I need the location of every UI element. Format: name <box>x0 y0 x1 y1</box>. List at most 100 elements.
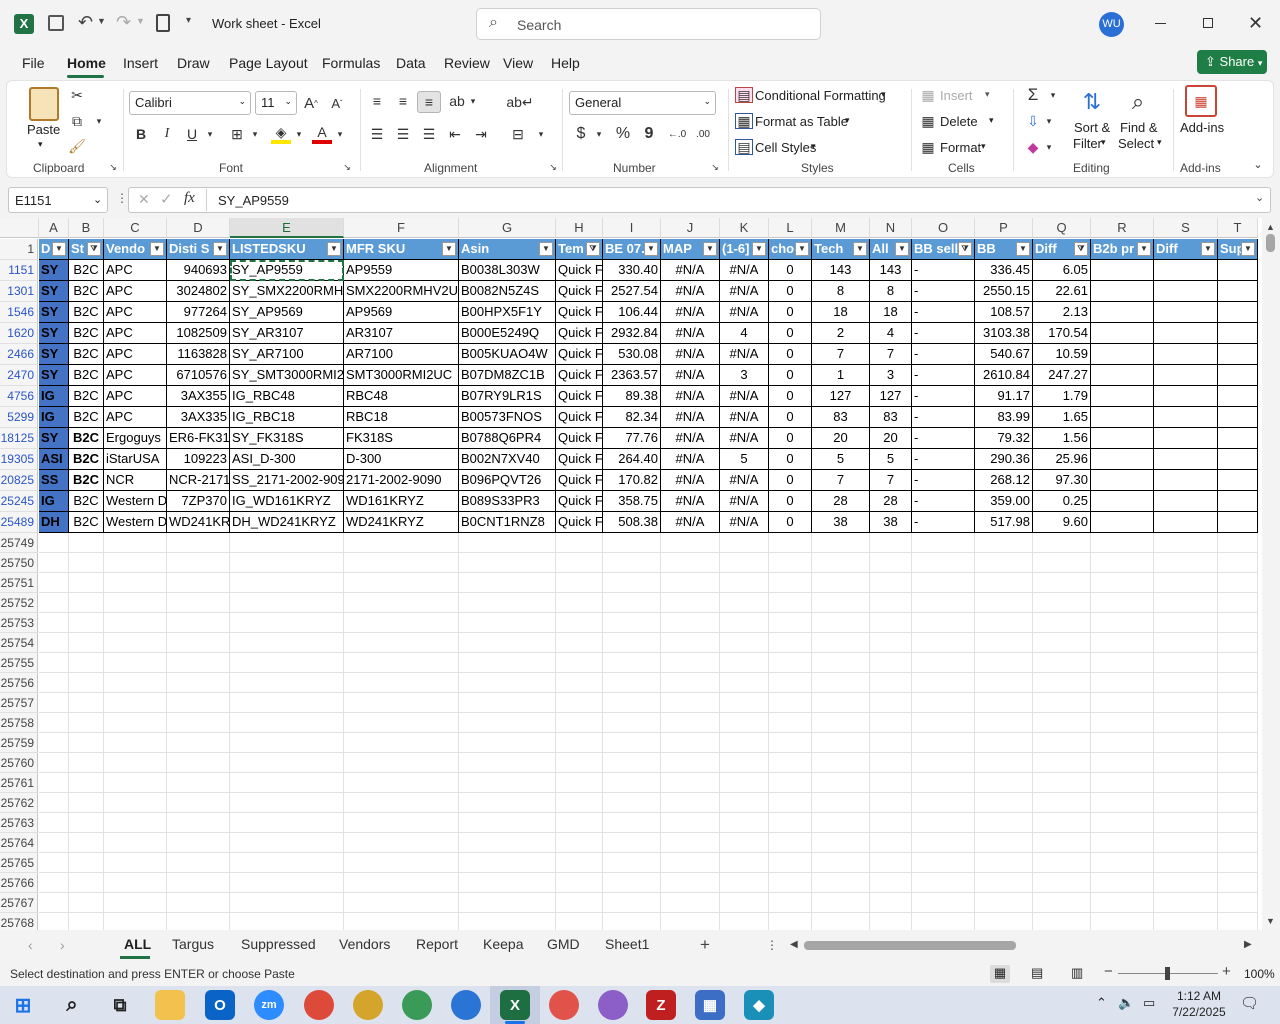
cut-icon[interactable]: ✂ <box>67 85 87 105</box>
row-header[interactable]: 25759 <box>0 733 38 753</box>
table-cell[interactable] <box>1154 302 1218 323</box>
table-cell[interactable] <box>1218 386 1258 407</box>
table-cell[interactable] <box>1091 470 1154 491</box>
clear-icon[interactable]: ◆ <box>1023 137 1043 157</box>
borders-chevron-icon[interactable]: ▾ <box>249 128 261 140</box>
merge-center-icon[interactable]: ⊟ <box>507 124 529 144</box>
row-header[interactable]: 25760 <box>0 753 38 773</box>
empty-cell[interactable] <box>1154 613 1218 633</box>
autosum-chevron-icon[interactable]: ▾ <box>1047 89 1059 101</box>
empty-cell[interactable] <box>720 913 769 930</box>
empty-cell[interactable] <box>39 853 69 873</box>
align-top-icon[interactable]: ≡ <box>367 91 387 111</box>
empty-cell[interactable] <box>870 893 912 913</box>
table-cell[interactable]: 0 <box>769 512 812 533</box>
empty-cell[interactable] <box>1091 913 1154 930</box>
table-cell[interactable]: 143 <box>870 260 912 281</box>
empty-cell[interactable] <box>975 833 1033 853</box>
empty-cell[interactable] <box>1218 733 1258 753</box>
table-cell[interactable]: 18 <box>870 302 912 323</box>
empty-cell[interactable] <box>603 873 661 893</box>
empty-cell[interactable] <box>975 573 1033 593</box>
empty-cell[interactable] <box>912 773 975 793</box>
row-header[interactable]: 25489 <box>0 512 38 533</box>
table-cell[interactable]: SY_FK318S <box>230 428 344 449</box>
empty-cell[interactable] <box>1154 533 1218 553</box>
table-cell[interactable]: SY_AP9569 <box>230 302 344 323</box>
table-cell[interactable]: Quick F <box>556 302 603 323</box>
empty-cell[interactable] <box>1091 713 1154 733</box>
empty-cell[interactable] <box>975 753 1033 773</box>
app-icon[interactable]: ◆ <box>744 990 774 1020</box>
empty-cell[interactable] <box>1154 753 1218 773</box>
empty-cell[interactable] <box>769 673 812 693</box>
empty-cell[interactable] <box>1218 693 1258 713</box>
empty-cell[interactable] <box>167 593 230 613</box>
table-header-cell[interactable]: MAP ▼ <box>661 239 720 260</box>
wrap-text-icon[interactable]: ab↵ <box>506 91 533 113</box>
row-header[interactable]: 25761 <box>0 773 38 793</box>
empty-cell[interactable] <box>459 893 556 913</box>
filter-dropdown-icon[interactable]: ▼ <box>853 242 867 256</box>
empty-cell[interactable] <box>603 693 661 713</box>
font-color-icon[interactable]: A <box>312 124 332 144</box>
sheet-tab-keepa[interactable]: Keepa <box>483 936 523 952</box>
empty-cell[interactable] <box>230 633 344 653</box>
empty-cell[interactable] <box>556 913 603 930</box>
empty-cell[interactable] <box>104 913 167 930</box>
table-cell[interactable]: SMX2200RMHV2U <box>344 281 459 302</box>
table-cell[interactable]: AR7100 <box>344 344 459 365</box>
alignment-launcher-icon[interactable]: ↘ <box>547 161 559 173</box>
table-cell[interactable]: - <box>912 386 975 407</box>
empty-cell[interactable] <box>812 653 870 673</box>
table-cell[interactable]: Quick F <box>556 260 603 281</box>
table-cell[interactable] <box>1218 428 1258 449</box>
empty-cell[interactable] <box>1154 673 1218 693</box>
column-header-q[interactable]: Q <box>1033 218 1091 238</box>
empty-cell[interactable] <box>459 653 556 673</box>
empty-cell[interactable] <box>1033 733 1091 753</box>
empty-cell[interactable] <box>975 853 1033 873</box>
number-launcher-icon[interactable]: ↘ <box>709 161 721 173</box>
table-cell[interactable]: 79.32 <box>975 428 1033 449</box>
table-cell[interactable]: 0 <box>769 323 812 344</box>
table-cell[interactable] <box>1218 449 1258 470</box>
page-break-view-icon[interactable]: ▥ <box>1071 965 1083 981</box>
empty-cell[interactable] <box>1218 593 1258 613</box>
empty-cell[interactable] <box>870 873 912 893</box>
empty-cell[interactable] <box>104 573 167 593</box>
empty-cell[interactable] <box>720 593 769 613</box>
table-cell[interactable]: 18 <box>812 302 870 323</box>
empty-cell[interactable] <box>1091 773 1154 793</box>
filter-active-icon[interactable]: ⧩ <box>958 242 972 256</box>
table-cell[interactable]: 20 <box>870 428 912 449</box>
table-cell[interactable]: 22.61 <box>1033 281 1091 302</box>
row-header[interactable]: 25755 <box>0 653 38 673</box>
column-header-g[interactable]: G <box>459 218 556 238</box>
empty-cell[interactable] <box>1033 853 1091 873</box>
table-cell[interactable] <box>1154 491 1218 512</box>
empty-cell[interactable] <box>769 633 812 653</box>
table-cell[interactable]: - <box>912 365 975 386</box>
column-header-o[interactable]: O <box>912 218 975 238</box>
empty-cell[interactable] <box>870 693 912 713</box>
calculator-icon[interactable] <box>156 14 170 32</box>
table-header-cell[interactable]: B2b pr ▼ <box>1091 239 1154 260</box>
row-header[interactable]: 2466 <box>0 344 38 365</box>
table-cell[interactable]: Quick F <box>556 407 603 428</box>
table-cell[interactable]: B2C <box>69 386 104 407</box>
copy-chevron-icon[interactable]: ▾ <box>93 115 105 127</box>
empty-cell[interactable] <box>1218 713 1258 733</box>
empty-cell[interactable] <box>167 613 230 633</box>
empty-cell[interactable] <box>69 893 104 913</box>
empty-cell[interactable] <box>230 713 344 733</box>
empty-cell[interactable] <box>344 873 459 893</box>
filter-active-icon[interactable]: ⧩ <box>1074 242 1088 256</box>
user-avatar[interactable]: WU <box>1099 12 1124 37</box>
table-cell[interactable] <box>1154 470 1218 491</box>
empty-cell[interactable] <box>1033 673 1091 693</box>
table-header-cell[interactable]: Vendo ▼ <box>104 239 167 260</box>
table-cell[interactable]: #N/A <box>661 470 720 491</box>
table-cell[interactable] <box>1154 407 1218 428</box>
empty-cell[interactable] <box>230 813 344 833</box>
